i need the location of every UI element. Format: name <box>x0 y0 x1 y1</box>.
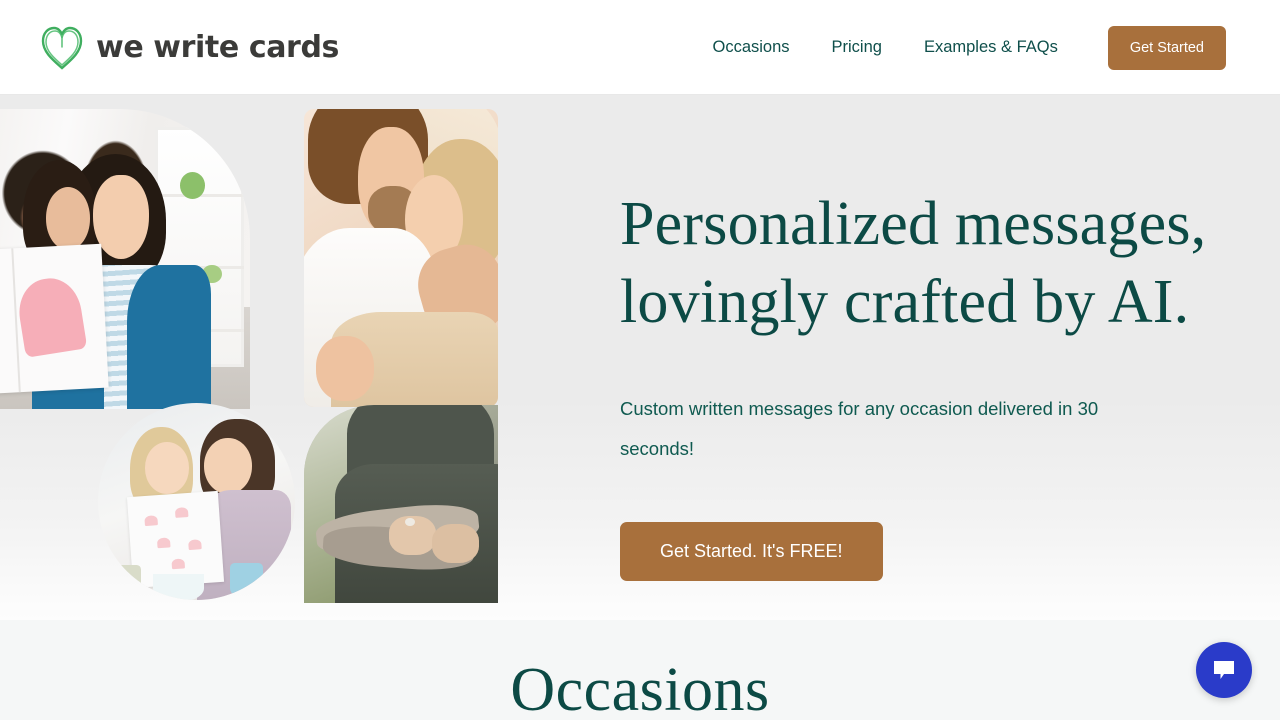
hero-get-started-button[interactable]: Get Started. It's FREE! <box>620 521 883 581</box>
heart-outline-icon <box>38 21 86 73</box>
hero-title-line-2: lovingly crafted by AI. <box>620 268 1190 337</box>
hero-photo-mother-daughter-card <box>0 109 250 409</box>
chat-widget-button[interactable] <box>1196 642 1252 698</box>
hero-title-line-1: Personalized messages, <box>620 190 1207 258</box>
header-get-started-button[interactable]: Get Started <box>1107 25 1226 70</box>
occasions-section: Occasions <box>0 620 1280 720</box>
hero-photo-mother-daughter-circle <box>98 403 295 600</box>
hero-copy: Personalized messages, lovingly crafted … <box>620 95 1220 581</box>
chat-bubble-icon <box>1211 657 1237 683</box>
hero-photo-couple-hug <box>304 405 498 603</box>
nav-item-pricing[interactable]: Pricing <box>811 38 903 57</box>
site-header: we write cards Occasions Pricing Example… <box>0 0 1280 95</box>
site-logo[interactable]: we write cards <box>38 21 339 73</box>
nav-item-occasions[interactable]: Occasions <box>691 38 810 57</box>
hero-section: Personalized messages, lovingly crafted … <box>0 95 1280 620</box>
hero-photo-collage <box>0 95 520 620</box>
main-nav: Occasions Pricing Examples & FAQs Get St… <box>691 0 1226 95</box>
hero-title: Personalized messages, lovingly crafted … <box>620 185 1220 341</box>
nav-item-examples-faqs[interactable]: Examples & FAQs <box>903 38 1079 57</box>
occasions-title: Occasions <box>510 656 770 720</box>
landing-page: we write cards Occasions Pricing Example… <box>0 0 1280 720</box>
hero-photo-couple-bed <box>304 109 498 407</box>
hero-subtitle: Custom written messages for any occasion… <box>620 398 1099 459</box>
logo-text: we write cards <box>96 29 339 65</box>
